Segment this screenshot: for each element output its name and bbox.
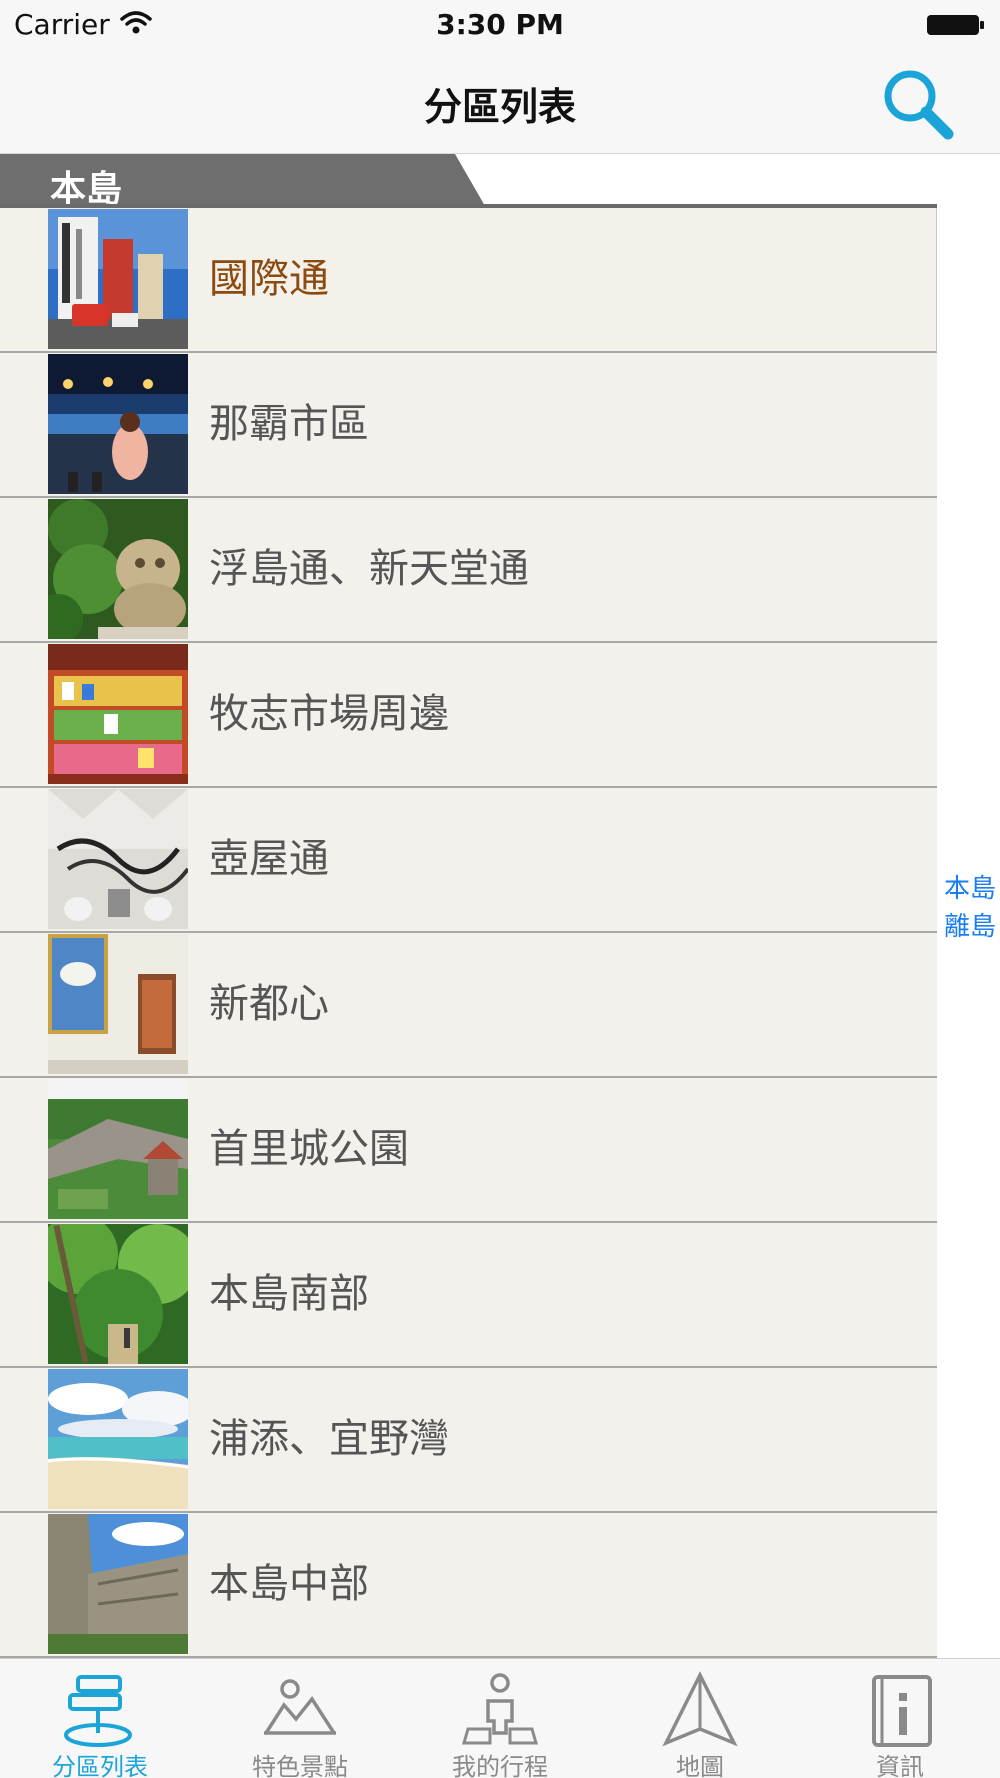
market-photo	[48, 354, 188, 494]
tab-map[interactable]: 地圖	[600, 1659, 800, 1778]
list-item[interactable]: 國際通	[0, 208, 937, 353]
pottery-photo	[48, 789, 188, 929]
thumbnail-image	[48, 934, 188, 1074]
index-item-main-island[interactable]: 本島	[944, 870, 996, 908]
list-item-label: 首里城公園	[209, 1126, 409, 1172]
list-item[interactable]: 牧志市場周邊	[0, 643, 937, 788]
nav-bar: 分區列表	[0, 52, 1000, 154]
list-item-label: 壺屋通	[209, 836, 329, 882]
thumbnail-image	[48, 644, 188, 784]
district-list: 國際通 那霸市區 浮島通、新天堂通 牧志市場周邊 壺屋通 新都心 首里城公園 本…	[0, 208, 937, 1658]
mountain-icon	[264, 1679, 336, 1735]
list-item-label: 本島南部	[209, 1271, 369, 1317]
status-bar: Carrier 3:30 PM	[0, 0, 1000, 52]
forest-photo	[48, 1224, 188, 1364]
list-item[interactable]: 新都心	[0, 933, 937, 1078]
list-item-label: 國際通	[209, 256, 329, 302]
signpost-icon	[64, 1675, 132, 1747]
info-book-icon	[872, 1675, 932, 1747]
ruins-photo	[48, 1514, 188, 1654]
museum-photo	[48, 934, 188, 1074]
tab-bar: 分區列表 特色景點 我的行程 地圖 資訊	[0, 1658, 1000, 1778]
thumbnail-image	[48, 499, 188, 639]
list-item-label: 浦添、宜野灣	[209, 1416, 449, 1462]
shop-photo	[48, 644, 188, 784]
compass-icon	[662, 1671, 738, 1747]
street-photo	[48, 209, 188, 349]
search-button[interactable]	[878, 64, 958, 144]
list-item-label: 牧志市場周邊	[209, 691, 449, 737]
tab-label: 特色景點	[252, 1753, 348, 1778]
battery-icon	[927, 15, 984, 35]
castle-photo	[48, 1079, 188, 1219]
list-item[interactable]: 壺屋通	[0, 788, 937, 933]
tab-district-list[interactable]: 分區列表	[0, 1659, 200, 1778]
section-index: 本島 離島	[936, 870, 996, 946]
list-item[interactable]: 浦添、宜野灣	[0, 1368, 937, 1513]
list-item[interactable]: 本島中部	[0, 1513, 937, 1658]
thumbnail-image	[48, 789, 188, 929]
list-item[interactable]: 本島南部	[0, 1223, 937, 1368]
thumbnail-image	[48, 1224, 188, 1364]
beach-photo	[48, 1369, 188, 1509]
thumbnail-image	[48, 209, 188, 349]
list-item-label: 浮島通、新天堂通	[209, 546, 529, 592]
thumbnail-image	[48, 1369, 188, 1509]
section-header: 本島	[0, 154, 937, 210]
list-item-label: 本島中部	[209, 1561, 369, 1607]
tab-my-itinerary[interactable]: 我的行程	[400, 1659, 600, 1778]
status-time: 3:30 PM	[436, 8, 564, 41]
list-item-label: 那霸市區	[209, 401, 369, 447]
page-title: 分區列表	[423, 85, 576, 129]
tab-label: 資訊	[876, 1753, 924, 1778]
person-map-icon	[462, 1673, 538, 1745]
list-item[interactable]: 浮島通、新天堂通	[0, 498, 937, 643]
tab-label: 我的行程	[452, 1753, 548, 1778]
list-item-label: 新都心	[209, 981, 329, 1027]
search-icon	[884, 70, 954, 140]
thumbnail-image	[48, 1079, 188, 1219]
shisa-photo	[48, 499, 188, 639]
thumbnail-image	[48, 354, 188, 494]
list-item[interactable]: 那霸市區	[0, 353, 937, 498]
tab-info[interactable]: 資訊	[800, 1659, 1000, 1778]
tab-label: 地圖	[676, 1753, 724, 1778]
tab-label: 分區列表	[52, 1753, 148, 1778]
tab-featured-spots[interactable]: 特色景點	[200, 1659, 400, 1778]
list-item[interactable]: 首里城公園	[0, 1078, 937, 1223]
thumbnail-image	[48, 1514, 188, 1654]
index-item-outer-islands[interactable]: 離島	[944, 908, 996, 946]
